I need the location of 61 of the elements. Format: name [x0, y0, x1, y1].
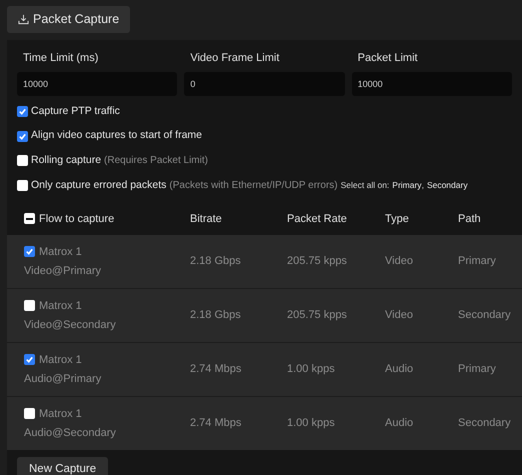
- table-cell-text: Audio: [385, 416, 414, 432]
- table-cell-text: Video: [385, 254, 414, 270]
- table-cell-text: 2.18 Gbps: [190, 308, 242, 324]
- checkbox[interactable]: [17, 106, 28, 117]
- column-header: Flow to capture: [39, 212, 114, 226]
- download-icon: [18, 14, 29, 25]
- new-capture-button[interactable]: New Capture: [17, 456, 108, 475]
- checkbox[interactable]: [24, 408, 35, 420]
- table-cell-text: Audio: [385, 362, 414, 378]
- column-header: Packet Rate: [287, 212, 347, 226]
- table-cell-text: Matrox 1: [39, 298, 82, 314]
- packet-capture-button[interactable]: Packet Capture: [7, 6, 130, 33]
- table-cell-text: Video: [385, 308, 414, 324]
- select-all-label: Select all on:: [340, 179, 390, 192]
- table-cell-text: 1.00 kpps: [287, 416, 336, 432]
- checkbox[interactable]: [17, 130, 28, 142]
- table-row[interactable]: Matrox 1 Audio@Primary 2.74 Mbps 1.00 kpps Audio Primary: [7, 343, 522, 396]
- input-field[interactable]: 10000: [17, 72, 178, 96]
- checkbox[interactable]: [17, 155, 28, 166]
- table-cell-text: Audio@Primary: [24, 372, 102, 387]
- table-cell-text: 1.00 kpps: [287, 362, 336, 378]
- option-label: Rolling capture: [31, 153, 102, 168]
- table-cell-text: 2.74 Mbps: [190, 416, 242, 432]
- select-link[interactable]: Primary: [392, 179, 422, 192]
- table-row[interactable]: Matrox 1 Video@Secondary 2.18 Gbps 205.75 kpps Video Secondary: [7, 289, 522, 342]
- table-cell-text: Audio@Secondary: [24, 426, 117, 441]
- table-cell-text: 2.18 Gbps: [190, 254, 242, 270]
- table-cell-text: Secondary: [458, 416, 512, 432]
- option-note: (Packets with Ethernet/IP/UDP errors): [169, 179, 338, 194]
- column-header: Type: [385, 212, 409, 226]
- table-cell-text: Matrox 1: [39, 406, 82, 422]
- checkbox[interactable]: [17, 180, 28, 192]
- checkbox[interactable]: [24, 246, 35, 258]
- table-cell-text: Primary: [458, 362, 497, 378]
- table-cell-text: 205.75 kpps: [287, 308, 348, 324]
- column-header: Path: [458, 212, 481, 226]
- table-cell-text: 205.75 kpps: [287, 254, 348, 270]
- table-cell-text: 2.74 Mbps: [190, 362, 242, 378]
- checkbox[interactable]: [24, 213, 35, 224]
- option-note: (Requires Packet Limit): [104, 154, 208, 168]
- table-row[interactable]: Matrox 1 Audio@Secondary 2.74 Mbps 1.00 kpps Audio Secondary: [7, 397, 522, 450]
- table-cell-text: Video@Primary: [24, 264, 102, 279]
- table-cell-text: Primary: [458, 254, 497, 270]
- separator: ,: [422, 179, 424, 192]
- input-field[interactable]: 10000: [352, 72, 512, 96]
- table-cell-text: Secondary: [458, 308, 512, 324]
- option-label: Only capture errored packets: [31, 178, 166, 193]
- option-label: Capture PTP traffic: [31, 104, 120, 118]
- field-label: Time Limit (ms): [22, 51, 100, 66]
- field-label: Video Frame Limit: [189, 51, 280, 66]
- table-cell-text: Matrox 1: [39, 352, 82, 368]
- field-label: Packet Limit: [356, 51, 419, 66]
- checkbox[interactable]: [24, 354, 35, 366]
- table-cell-text: Matrox 1: [39, 244, 82, 260]
- column-header: Bitrate: [190, 212, 222, 226]
- input-field[interactable]: 0: [184, 72, 345, 96]
- checkbox[interactable]: [24, 300, 35, 312]
- table-cell-text: Video@Secondary: [24, 318, 117, 333]
- option-label: Align video captures to start of frame: [31, 128, 202, 144]
- table-row[interactable]: Matrox 1 Video@Primary 2.18 Gbps 205.75 kpps Video Primary: [7, 235, 522, 288]
- select-link[interactable]: Secondary: [426, 179, 468, 192]
